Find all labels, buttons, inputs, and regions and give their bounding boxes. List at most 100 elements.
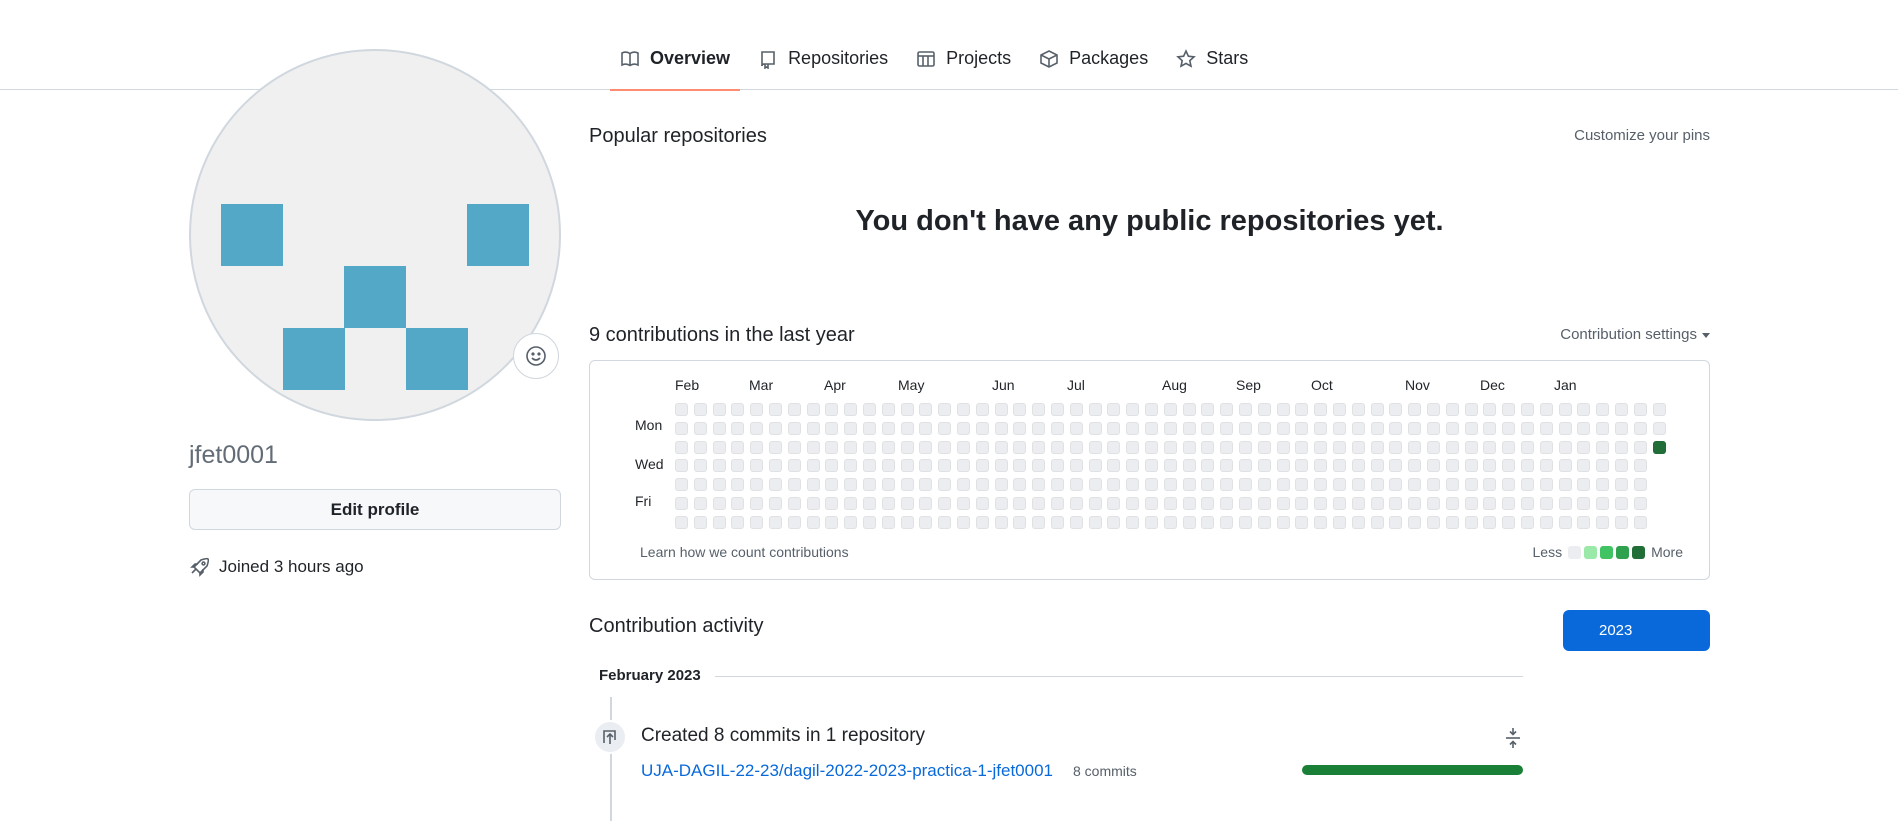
contribution-day[interactable]	[1295, 421, 1309, 435]
contribution-day[interactable]	[844, 459, 858, 473]
contribution-day[interactable]	[1615, 478, 1628, 492]
contribution-day[interactable]	[863, 421, 876, 435]
contribution-day[interactable]	[1069, 403, 1083, 416]
contribution-day[interactable]	[1408, 459, 1422, 473]
contribution-day[interactable]	[1314, 515, 1328, 529]
contribution-day[interactable]	[863, 478, 876, 492]
contribution-day[interactable]	[1107, 515, 1121, 529]
contribution-day[interactable]	[1445, 459, 1459, 473]
contribution-day[interactable]	[1558, 440, 1572, 454]
contribution-settings-dropdown[interactable]: Contribution settings	[1520, 326, 1710, 343]
contribution-day[interactable]	[1088, 478, 1102, 492]
contribution-day[interactable]	[1633, 440, 1647, 454]
contribution-day[interactable]	[1427, 478, 1440, 492]
contribution-day[interactable]	[1652, 403, 1666, 416]
contribution-day[interactable]	[1201, 403, 1215, 416]
contribution-day[interactable]	[1163, 515, 1177, 529]
contribution-day[interactable]	[1032, 515, 1046, 529]
contribution-day[interactable]	[1464, 478, 1478, 492]
contribution-day[interactable]	[1220, 440, 1234, 454]
contribution-day[interactable]	[900, 497, 914, 510]
learn-contributions-link[interactable]: Learn how we count contributions	[640, 544, 849, 560]
contribution-day[interactable]	[1201, 421, 1215, 435]
contribution-day[interactable]	[1445, 478, 1459, 492]
contribution-day[interactable]	[1107, 478, 1121, 492]
contribution-day[interactable]	[975, 478, 989, 492]
contribution-day[interactable]	[1333, 421, 1346, 435]
contribution-day[interactable]	[1333, 403, 1346, 416]
contribution-day[interactable]	[731, 403, 745, 416]
contribution-day[interactable]	[1483, 478, 1497, 492]
contribution-day[interactable]	[825, 440, 839, 454]
contribution-day[interactable]	[1276, 403, 1290, 416]
contribution-day[interactable]	[1126, 421, 1140, 435]
contribution-day[interactable]	[1539, 421, 1553, 435]
contribution-day[interactable]	[1051, 459, 1064, 473]
contribution-day[interactable]	[712, 403, 726, 416]
contribution-day[interactable]	[863, 515, 876, 529]
edit-profile-button[interactable]: Edit profile	[189, 489, 561, 530]
contribution-day[interactable]	[675, 515, 688, 529]
contribution-day[interactable]	[975, 403, 989, 416]
contribution-day[interactable]	[1445, 440, 1459, 454]
contribution-day[interactable]	[1577, 440, 1591, 454]
contribution-day[interactable]	[1239, 478, 1252, 492]
contribution-day[interactable]	[1032, 403, 1046, 416]
contribution-day[interactable]	[1483, 497, 1497, 510]
contribution-day[interactable]	[1615, 459, 1628, 473]
contribution-day[interactable]	[938, 497, 952, 510]
contribution-day[interactable]	[1145, 497, 1158, 510]
contribution-day[interactable]	[769, 421, 782, 435]
contribution-day[interactable]	[863, 459, 876, 473]
contribution-day[interactable]	[712, 459, 726, 473]
contribution-day[interactable]	[1182, 459, 1196, 473]
contribution-day[interactable]	[1069, 497, 1083, 510]
contribution-day[interactable]	[1389, 421, 1403, 435]
contribution-day[interactable]	[975, 515, 989, 529]
contribution-day[interactable]	[693, 440, 707, 454]
contribution-day[interactable]	[1615, 497, 1628, 510]
contribution-day[interactable]	[1558, 515, 1572, 529]
contribution-day[interactable]	[1483, 421, 1497, 435]
contribution-day[interactable]	[1427, 459, 1440, 473]
contribution-day[interactable]	[1013, 459, 1027, 473]
contribution-day[interactable]	[1464, 421, 1478, 435]
contribution-day[interactable]	[1126, 459, 1140, 473]
contribution-day[interactable]	[693, 403, 707, 416]
contribution-day[interactable]	[1069, 440, 1083, 454]
contribution-day[interactable]	[1408, 515, 1422, 529]
contribution-day[interactable]	[1389, 478, 1403, 492]
contribution-day[interactable]	[994, 421, 1008, 435]
contribution-day[interactable]	[1389, 515, 1403, 529]
contribution-day[interactable]	[1239, 459, 1252, 473]
contribution-day[interactable]	[1220, 403, 1234, 416]
contribution-day[interactable]	[1107, 440, 1121, 454]
contribution-day[interactable]	[1370, 403, 1384, 416]
contribution-day[interactable]	[693, 421, 707, 435]
contribution-day[interactable]	[1633, 478, 1647, 492]
contribution-day[interactable]	[1239, 421, 1252, 435]
contribution-day[interactable]	[1107, 497, 1121, 510]
contribution-day[interactable]	[1051, 497, 1064, 510]
contribution-day[interactable]	[1370, 515, 1384, 529]
contribution-day[interactable]	[919, 515, 933, 529]
contribution-day[interactable]	[787, 515, 801, 529]
contribution-day[interactable]	[712, 478, 726, 492]
contribution-day[interactable]	[1502, 421, 1516, 435]
contribution-day[interactable]	[1596, 497, 1610, 510]
contribution-day[interactable]	[1163, 478, 1177, 492]
contribution-day[interactable]	[1408, 440, 1422, 454]
contribution-day[interactable]	[1013, 440, 1027, 454]
contribution-day[interactable]	[1351, 459, 1365, 473]
contribution-day[interactable]	[1013, 515, 1027, 529]
contribution-day[interactable]	[1427, 440, 1440, 454]
customize-pins-link[interactable]: Customize your pins	[1560, 127, 1710, 144]
contribution-day[interactable]	[787, 497, 801, 510]
contribution-day[interactable]	[1558, 478, 1572, 492]
contribution-day[interactable]	[825, 421, 839, 435]
contribution-day[interactable]	[1257, 459, 1271, 473]
contribution-day[interactable]	[1464, 515, 1478, 529]
contribution-day[interactable]	[1615, 515, 1628, 529]
contribution-day[interactable]	[881, 440, 895, 454]
contribution-day[interactable]	[1370, 440, 1384, 454]
